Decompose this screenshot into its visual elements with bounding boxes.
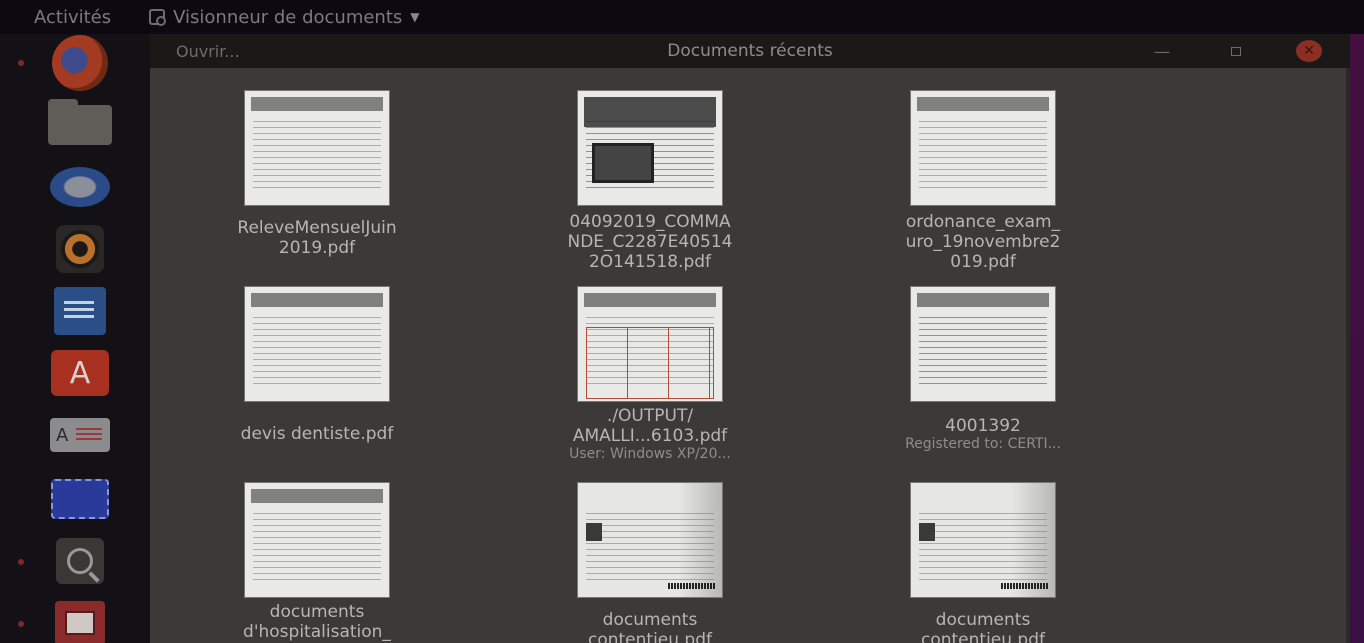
maximize-icon [1231, 46, 1241, 56]
document-thumbnail [577, 90, 723, 206]
document-thumbnail [577, 286, 723, 402]
document-name-line: AMALLI...6103.pdf [572, 426, 728, 446]
screenshot-icon [51, 479, 109, 519]
fonts-icon: A [50, 418, 110, 452]
dock-item-rhythmbox[interactable] [36, 224, 124, 274]
dock-item-software[interactable]: A [36, 348, 124, 398]
document-name-line: uro_19novembre2 [905, 232, 1061, 252]
document-name-line: d'hospitalisation_ [243, 622, 391, 642]
document-thumbnail [577, 482, 723, 598]
software-icon: A [51, 350, 109, 396]
dock-item-writer[interactable] [36, 286, 124, 336]
firefox-icon [52, 35, 108, 91]
dock-item-search[interactable] [36, 536, 124, 586]
recent-document[interactable]: documents contentieu.pdf [545, 460, 755, 643]
open-button[interactable]: Ouvrir... [176, 42, 240, 61]
document-viewer-icon [149, 9, 167, 26]
document-name-line: contentieu.pdf [587, 630, 712, 643]
writer-icon [54, 287, 106, 335]
document-name-line: documents [602, 610, 698, 630]
document-name-line: 2019.pdf [278, 238, 356, 258]
document-name-line: documents [935, 610, 1031, 630]
dock-item-firefox[interactable] [36, 35, 124, 91]
top-bar: Activités Visionneur de documents ▼ [0, 0, 1364, 34]
search-icon [56, 538, 104, 584]
maximize-button[interactable] [1224, 39, 1248, 63]
document-thumbnail [910, 482, 1056, 598]
app-menu[interactable]: Visionneur de documents ▼ [149, 6, 420, 28]
rhythmbox-icon [56, 225, 104, 273]
running-indicator [18, 559, 24, 565]
document-viewer-icon [55, 601, 105, 643]
recent-document[interactable]: 4001392 Registered to: CERTI... [878, 264, 1088, 464]
document-subtitle: Registered to: CERTI... [905, 436, 1061, 452]
document-thumbnail [910, 286, 1056, 402]
document-name-line: ordonance_exam_ [905, 212, 1061, 232]
dock-item-fonts[interactable]: A [36, 410, 124, 460]
recent-document[interactable]: documents d'hospitalisation_ [212, 460, 422, 643]
app-menu-label: Visionneur de documents [173, 6, 403, 28]
recent-document[interactable]: ordonance_exam_ uro_19novembre2 019.pdf [878, 68, 1088, 272]
document-thumbnail [910, 90, 1056, 206]
recent-documents-grid: ReleveMensuelJuin 2019.pdf 04092019_COMM… [150, 68, 1346, 643]
recent-document[interactable]: ./OUTPUT/ AMALLI...6103.pdf User: Window… [545, 264, 755, 464]
recent-document[interactable]: ReleveMensuelJuin 2019.pdf [212, 68, 422, 268]
dock-item-files[interactable] [36, 99, 124, 150]
recent-document[interactable]: devis dentiste.pdf [212, 264, 422, 464]
dock-item-thunderbird[interactable] [36, 162, 124, 212]
files-icon [48, 99, 112, 145]
document-name-line: documents [269, 602, 365, 622]
dock: A A [0, 34, 150, 643]
dock-item-document-viewer[interactable] [36, 598, 124, 643]
title-bar: Ouvrir... Documents récents — ✕ [150, 34, 1350, 68]
document-name-line: contentieu.pdf [920, 630, 1045, 643]
document-name-line: NDE_C2287E40514 [567, 232, 733, 252]
close-button[interactable]: ✕ [1296, 40, 1322, 62]
document-name-line: 04092019_COMMA [569, 212, 731, 232]
document-name-line: 4001392 [945, 416, 1021, 436]
document-thumbnail [244, 90, 390, 206]
recent-document[interactable]: 04092019_COMMA NDE_C2287E40514 2O141518.… [545, 68, 755, 272]
document-name-line: ReleveMensuelJuin [237, 218, 397, 238]
running-indicator [18, 621, 24, 627]
chevron-down-icon: ▼ [410, 10, 420, 24]
dock-item-screenshot[interactable] [36, 474, 124, 524]
document-thumbnail [244, 286, 390, 402]
document-viewer-window: Ouvrir... Documents récents — ✕ ReleveMe… [150, 34, 1350, 643]
document-name-line: ./OUTPUT/ [606, 406, 694, 426]
document-thumbnail [244, 482, 390, 598]
document-name-line: devis dentiste.pdf [240, 424, 394, 444]
activities-button[interactable]: Activités [34, 7, 111, 28]
recent-document[interactable]: documents contentieu.pdf [878, 460, 1088, 643]
running-indicator [18, 60, 24, 66]
thunderbird-icon [50, 167, 110, 207]
minimize-button[interactable]: — [1150, 39, 1174, 63]
